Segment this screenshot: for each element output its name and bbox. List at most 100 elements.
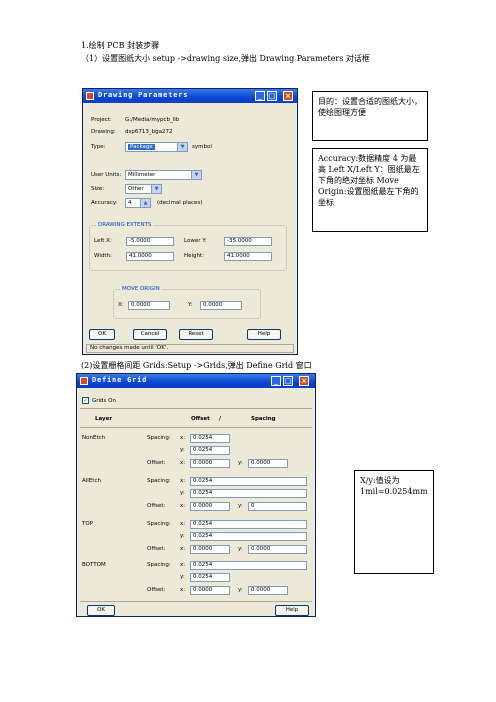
lower-y-label: Lower Y:: [184, 238, 207, 244]
cancel-button[interactable]: Cancel: [133, 329, 167, 340]
minimize-icon[interactable]: _: [255, 91, 265, 101]
help-button[interactable]: Help: [247, 329, 281, 340]
layer-name: AllEtch: [82, 478, 101, 484]
spacing-x-field[interactable]: 0.0254: [190, 561, 307, 570]
offset-y-field[interactable]: 0.0000: [248, 586, 288, 595]
app-icon: [80, 377, 88, 385]
grid-layer-bottom: BOTTOM Spacing: x: 0.0254 y: 0.0254 Offs…: [77, 561, 317, 601]
width-field[interactable]: 41.0000: [126, 252, 174, 261]
offset-x-field[interactable]: 0.0000: [190, 502, 230, 511]
size-value: Other: [128, 186, 144, 192]
spacing-x-field[interactable]: 0.0254: [190, 520, 307, 529]
dialog-title: Drawing Parameters: [98, 91, 189, 99]
help-button[interactable]: Help: [275, 605, 309, 616]
status-bar: No changes made until 'OK'.: [86, 344, 294, 353]
spacing-y-field[interactable]: 0.0254: [190, 573, 230, 582]
spinner-arrows-icon: ▲: [140, 199, 150, 207]
spacing-y-field[interactable]: 0.0254: [190, 532, 307, 541]
offset-label: Offset:: [147, 587, 166, 593]
offset-label: Offset:: [147, 503, 166, 509]
spacing-y-field[interactable]: 0.0254: [190, 446, 230, 455]
dialog-titlebar[interactable]: Drawing Parameters _ □ ×: [83, 89, 297, 103]
accuracy-label: Accuracy:: [91, 200, 118, 206]
ok-button[interactable]: OK: [87, 605, 115, 616]
maximize-icon[interactable]: □: [283, 376, 293, 386]
offset-y-field[interactable]: 0: [248, 502, 307, 511]
project-label: Project:: [91, 117, 112, 123]
spacing-y-field[interactable]: 0.0254: [190, 489, 307, 498]
layer-name: BOTTOM: [82, 562, 106, 568]
grid-layer-alletch: AllEtch Spacing: x: 0.0254 y: 0.0254 Off…: [77, 477, 317, 517]
dialog-titlebar[interactable]: Define Grid _ □ ×: [77, 374, 315, 388]
offset-x-field[interactable]: 0.0000: [190, 586, 230, 595]
y-label: y:: [180, 574, 185, 580]
doc-step1: （1）设置图纸大小 setup ->drawing size,弹出 Drawin…: [81, 54, 370, 63]
x-label: x:: [180, 521, 186, 527]
user-units-select[interactable]: Millimeter ▼: [125, 170, 202, 180]
left-x-field[interactable]: -5.0000: [126, 237, 174, 246]
slash-column-header: /: [219, 416, 222, 422]
x-label: x:: [180, 546, 186, 552]
x-label: x:: [180, 478, 186, 484]
offset-y-field[interactable]: 0.0000: [248, 545, 307, 554]
ok-button[interactable]: OK: [89, 329, 115, 340]
offset-x-field[interactable]: 0.0000: [190, 545, 230, 554]
accuracy-spinner[interactable]: 4 ▲: [125, 198, 151, 208]
note-grid: X/y:值设为 1mil=0.0254mm: [354, 470, 434, 574]
origin-y-field[interactable]: 0.0000: [200, 301, 242, 310]
offset-column-header: Offset: [191, 416, 210, 422]
y-label: y:: [180, 490, 185, 496]
chevron-down-icon: ▼: [191, 171, 201, 179]
define-grid-dialog: Define Grid _ □ × ✓ Grids On Layer Offse…: [76, 373, 316, 617]
drawing-value: dsp6713_bga272: [125, 129, 173, 135]
spacing-label: Spacing:: [147, 562, 171, 568]
chevron-down-icon: ▼: [177, 143, 187, 151]
drawing-extents-group: DRAWING EXTENTS Left X: -5.0000 Lower Y:…: [89, 222, 287, 271]
minimize-icon[interactable]: _: [271, 376, 281, 386]
lower-y-field[interactable]: -35.0000: [224, 237, 272, 246]
offset-y-field[interactable]: 0.0000: [248, 459, 288, 468]
x-label: x:: [180, 587, 186, 593]
origin-x-label: X:: [118, 302, 124, 308]
drawing-label: Drawing:: [91, 129, 116, 135]
layer-column-header: Layer: [95, 416, 113, 422]
close-icon[interactable]: ×: [299, 376, 309, 386]
user-units-label: User Units:: [91, 172, 122, 178]
accuracy-value: 4: [128, 200, 132, 206]
y-label: y:: [238, 546, 243, 552]
height-field[interactable]: 41.0000: [224, 252, 272, 261]
spacing-x-field[interactable]: 0.0254: [190, 434, 230, 443]
x-label: x:: [180, 562, 186, 568]
maximize-icon[interactable]: □: [267, 91, 277, 101]
size-select[interactable]: Other ▼: [125, 184, 162, 194]
origin-x-field[interactable]: 0.0000: [128, 301, 170, 310]
close-icon[interactable]: ×: [283, 91, 293, 101]
layer-name: NonEtch: [82, 435, 106, 441]
grids-on-checkbox[interactable]: ✓: [82, 397, 89, 404]
drawing-extents-title: DRAWING EXTENTS: [96, 222, 154, 228]
spacing-label: Spacing:: [147, 478, 171, 484]
y-label: y:: [180, 447, 185, 453]
chevron-down-icon: ▼: [151, 185, 161, 193]
y-label: y:: [238, 587, 243, 593]
grid-layer-nonetch: NonEtch Spacing: x: 0.0254 y: 0.0254 Off…: [77, 434, 317, 474]
note-purpose: 目的：设置合适的图纸大小，使绘图理方便: [312, 91, 428, 141]
width-label: Width:: [94, 253, 112, 259]
y-label: y:: [238, 460, 243, 466]
offset-x-field[interactable]: 0.0000: [190, 459, 230, 468]
reset-button[interactable]: Reset: [179, 329, 213, 340]
spacing-x-field[interactable]: 0.0254: [190, 477, 307, 486]
app-icon: [86, 92, 94, 100]
origin-y-label: Y:: [188, 302, 193, 308]
divider: [80, 601, 312, 602]
type-suffix: symbol: [192, 144, 212, 150]
doc-heading: 1.绘制 PCB 封装步骤: [81, 41, 160, 50]
spacing-label: Spacing:: [147, 435, 171, 441]
type-select[interactable]: Package ▼: [125, 142, 188, 152]
size-label: Size:: [91, 186, 105, 192]
dialog-title: Define Grid: [92, 376, 148, 384]
left-x-label: Left X:: [94, 238, 112, 244]
grids-on-label: Grids On: [92, 398, 116, 404]
move-origin-title: MOVE ORIGIN: [120, 286, 162, 292]
type-select-value: Package: [128, 144, 155, 150]
